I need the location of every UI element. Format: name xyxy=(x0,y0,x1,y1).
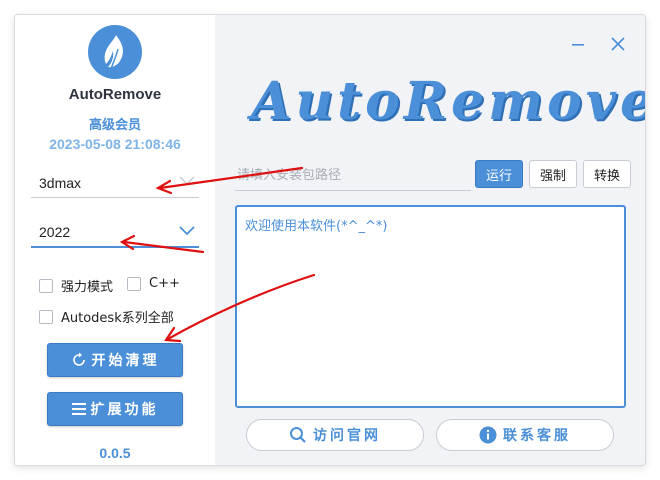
option-autodesk-all[interactable]: Autodesk系列全部 xyxy=(39,307,174,326)
minimize-icon[interactable] xyxy=(571,37,585,51)
convert-button[interactable]: 转换 xyxy=(583,160,631,188)
visit-website-button[interactable]: 访问官网 xyxy=(246,419,424,451)
search-icon xyxy=(290,427,306,443)
extend-features-button[interactable]: 扩展功能 xyxy=(47,392,183,426)
contact-support-label: 联系客服 xyxy=(503,428,571,444)
extend-features-label: 扩展功能 xyxy=(90,402,159,418)
version-label: 0.0.5 xyxy=(99,445,131,461)
close-icon[interactable] xyxy=(611,37,625,51)
option-power-mode[interactable]: 强力模式 xyxy=(39,276,113,295)
member-level: 高级会员 xyxy=(88,118,141,133)
option-cpp[interactable]: C++ xyxy=(127,276,180,291)
force-button[interactable]: 强制 xyxy=(529,160,577,188)
option-label: Autodesk系列全部 xyxy=(61,311,174,326)
visit-website-label: 访问官网 xyxy=(313,428,381,444)
left-panel: AutoRemove 高级会员 2023-05-08 21:08:46 3dma… xyxy=(15,15,215,465)
start-clean-label: 开始清理 xyxy=(91,353,160,369)
log-output[interactable]: 欢迎使用本软件(*^_^*) xyxy=(235,205,626,408)
package-path-input[interactable] xyxy=(235,161,471,191)
option-label: 强力模式 xyxy=(61,280,114,295)
checkbox[interactable] xyxy=(39,309,53,324)
refresh-icon xyxy=(72,352,85,366)
contact-support-button[interactable]: 联系客服 xyxy=(436,419,614,451)
info-icon xyxy=(479,426,497,444)
checkbox[interactable] xyxy=(39,278,53,293)
welcome-message: 欢迎使用本软件(*^_^*) xyxy=(245,219,388,234)
app-window: AutoRemove 高级会员 2023-05-08 21:08:46 3dma… xyxy=(14,14,646,466)
flame-leaf-icon xyxy=(88,25,142,79)
software-select-value: 3dmax xyxy=(39,174,82,191)
current-datetime: 2023-05-08 21:08:46 xyxy=(49,136,181,152)
chevron-down-icon xyxy=(179,226,195,236)
start-clean-button[interactable]: 开始清理 xyxy=(47,343,183,377)
version-select[interactable]: 2022 xyxy=(31,218,199,248)
menu-icon xyxy=(71,403,86,415)
run-button[interactable]: 运行 xyxy=(475,160,523,188)
software-select[interactable]: 3dmax xyxy=(31,168,199,198)
app-name: AutoRemove xyxy=(68,86,162,103)
option-label: C++ xyxy=(149,276,180,291)
banner-title: AutoRemove xyxy=(251,71,646,132)
version-select-value: 2022 xyxy=(39,224,71,240)
checkbox[interactable] xyxy=(127,276,141,291)
chevron-down-icon xyxy=(179,176,195,186)
